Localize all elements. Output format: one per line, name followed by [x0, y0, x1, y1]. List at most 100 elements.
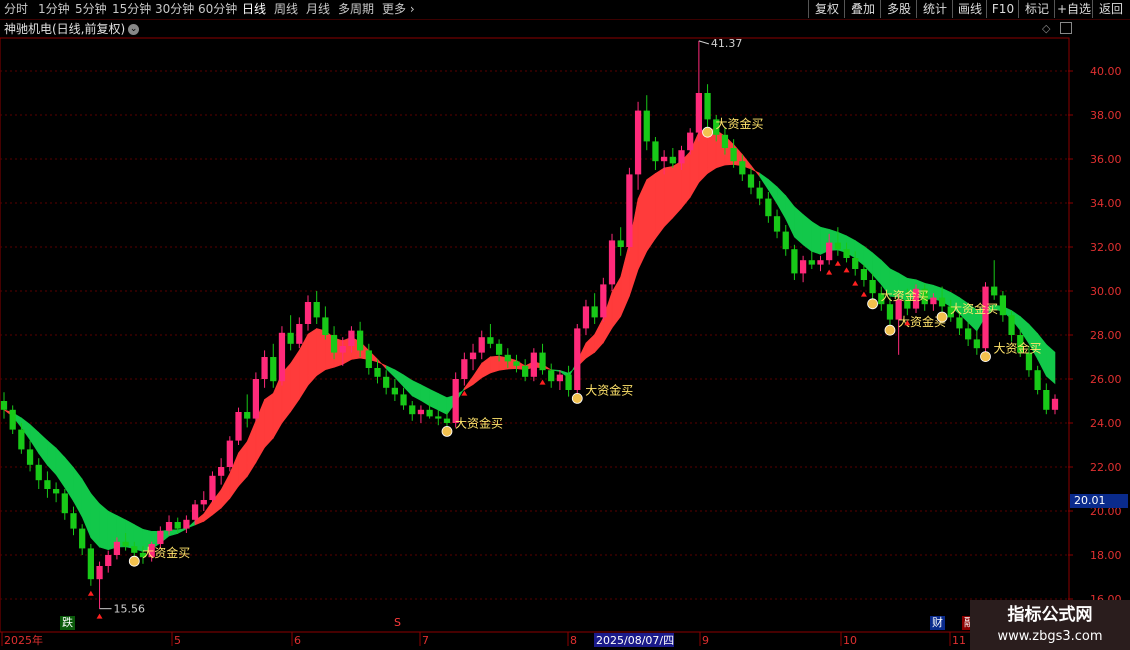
up-arrow-icon — [87, 590, 94, 596]
band-segment — [411, 380, 422, 401]
candle-body — [973, 339, 980, 349]
price-axis-label: 22.00 — [1090, 461, 1122, 474]
candle-body — [191, 504, 199, 520]
candle-body — [695, 93, 703, 133]
band-segment — [220, 473, 231, 509]
candle-body — [730, 148, 737, 162]
candle-body — [999, 295, 1007, 316]
band-segment — [794, 206, 804, 246]
candle-body — [383, 376, 390, 388]
up-arrow-icon — [843, 267, 850, 273]
buy-signals: 大资金买大资金买大资金买大资金买大资金买大资金买大资金买大资金买41.3715.… — [87, 37, 1042, 619]
money-bag-icon — [936, 311, 948, 323]
candle-body — [956, 317, 963, 329]
candle-body — [18, 429, 25, 450]
candle-body — [817, 260, 824, 265]
candle-body — [209, 475, 216, 500]
low-price-label: 15.56 — [114, 603, 146, 616]
watermark-url: www.zbgs3.com — [997, 629, 1103, 644]
price-axis-label: 32.00 — [1090, 241, 1122, 254]
candle-body — [756, 187, 763, 199]
candle-body — [643, 110, 650, 142]
candle-body — [687, 132, 694, 151]
candle-body — [504, 354, 511, 362]
candle-body — [548, 370, 555, 382]
band-segment — [55, 447, 66, 489]
candle-body — [799, 260, 807, 274]
band-segment — [872, 252, 882, 286]
candle-body — [565, 374, 572, 390]
date-axis: 2025年 5 6 7 8 2025/08/07/四 9 10 11 — [0, 631, 1068, 647]
candle-body — [0, 401, 8, 410]
candle-body — [852, 258, 859, 269]
band-segment — [437, 392, 448, 415]
watermark-title: 指标公式网 — [1007, 605, 1093, 625]
band-segment — [472, 362, 483, 386]
candlestick-chart[interactable]: 大资金买大资金买大资金买大资金买大资金买大资金买大资金买大资金买41.3715.… — [0, 0, 1130, 650]
band-segment — [802, 213, 813, 252]
price-axis-label: 38.00 — [1090, 109, 1122, 122]
candle-body — [634, 110, 642, 175]
buy-signal-label: 大资金买 — [881, 288, 929, 303]
candle-body — [782, 231, 789, 250]
price-axis-label: 18.00 — [1090, 549, 1122, 562]
candle-body — [122, 541, 129, 547]
band-segment — [646, 172, 656, 253]
candle-body — [131, 546, 138, 553]
band-segment — [620, 242, 630, 317]
candle-body — [374, 368, 381, 377]
candle-body — [113, 541, 121, 555]
candle-body — [747, 174, 755, 188]
candle-body — [400, 394, 407, 406]
price-axis-label: 26.00 — [1090, 373, 1122, 386]
buy-signal-label: 大资金买 — [585, 382, 633, 397]
date-axis-label: 10 — [843, 634, 857, 647]
band-segment — [272, 373, 283, 440]
buy-signal-label: 大资金买 — [994, 341, 1042, 356]
date-axis-label: 7 — [422, 634, 429, 647]
band-segment — [811, 221, 821, 255]
band-segment — [238, 440, 248, 487]
candle-body — [261, 357, 268, 379]
candle-body — [495, 343, 503, 355]
band-segment — [38, 431, 48, 467]
band-segment — [403, 374, 413, 397]
up-arrow-icon — [539, 379, 546, 385]
candle-body — [356, 330, 364, 351]
buy-signal-label: 大资金买 — [716, 116, 764, 131]
candle-body — [1034, 370, 1041, 390]
candle-body — [843, 249, 850, 258]
candle-body — [35, 464, 42, 481]
candle-body — [773, 216, 781, 232]
up-arrow-icon — [860, 291, 867, 297]
band-segment — [672, 160, 682, 219]
candle-body — [270, 357, 277, 382]
candle-body — [244, 412, 251, 419]
candle-body — [1008, 315, 1015, 335]
candle-body — [79, 528, 86, 549]
finance-tag: 财 — [930, 616, 945, 630]
candle-body — [834, 242, 841, 250]
candle-body — [278, 332, 286, 382]
band-segment — [481, 356, 491, 379]
candle-body — [661, 156, 668, 162]
candle-body — [522, 365, 529, 377]
candle-body — [339, 346, 346, 353]
money-bag-icon — [128, 555, 140, 567]
band-segment — [1046, 343, 1056, 385]
up-arrow-icon — [826, 269, 833, 275]
candle-body — [183, 519, 190, 529]
buy-signal-label: 大资金买 — [950, 301, 998, 316]
candle-body — [252, 379, 260, 419]
band-segment — [420, 384, 430, 407]
candle-body — [296, 324, 303, 344]
price-axis-label: 40.00 — [1090, 65, 1122, 78]
date-axis-label: 6 — [294, 634, 301, 647]
candle-body — [869, 280, 876, 294]
band-segment — [377, 358, 387, 370]
watermark: 指标公式网 www.zbgs3.com — [970, 600, 1130, 650]
candle-body — [26, 449, 34, 465]
candle-body — [461, 359, 468, 379]
candle-body — [96, 566, 103, 580]
candle-body — [826, 242, 833, 261]
